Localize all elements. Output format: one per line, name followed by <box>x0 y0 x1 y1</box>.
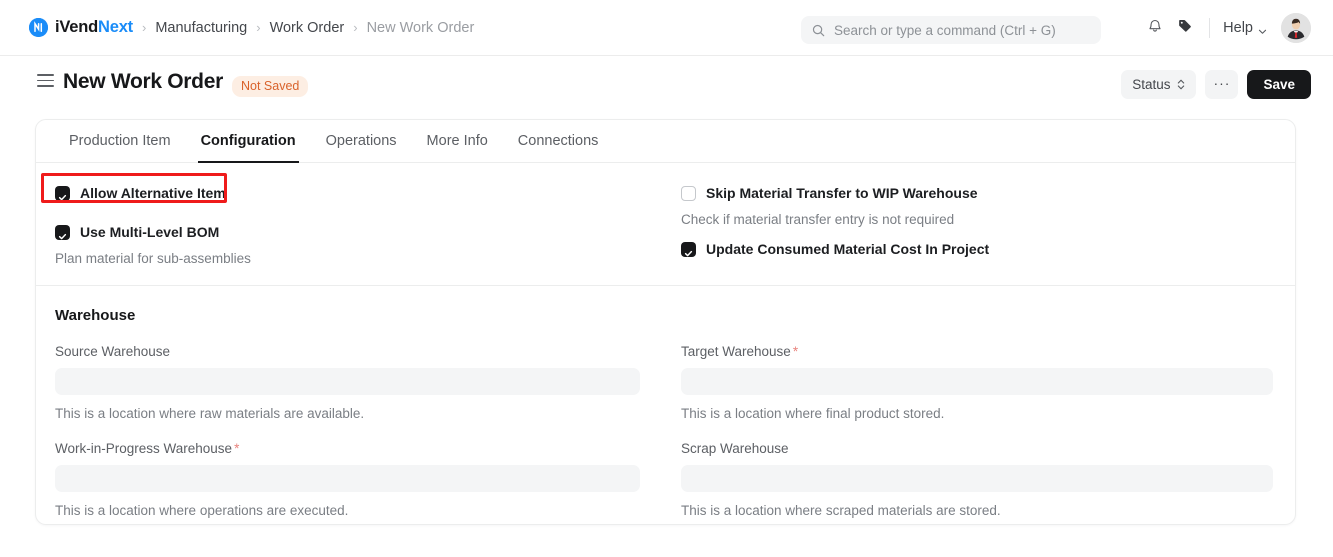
field-help-text: This is a location where operations are … <box>55 503 349 518</box>
hamburger-line-2 <box>37 79 54 82</box>
page-title: New Work Order <box>63 70 223 93</box>
target-warehouse-input[interactable] <box>681 368 1273 395</box>
nav-divider <box>1209 18 1211 38</box>
form-tabs: Production Item Configuration Operations… <box>36 120 1295 163</box>
warehouse-section: Warehouse Source Warehouse This is a loc… <box>36 286 1295 524</box>
brand-mark-icon <box>29 18 48 37</box>
tag-icon <box>1177 18 1193 39</box>
scrap-warehouse-input[interactable] <box>681 465 1273 492</box>
tags-button[interactable] <box>1170 13 1200 43</box>
breadcrumb-separator-3: › <box>353 20 358 35</box>
field-target-warehouse: Target Warehouse * This is a location whe… <box>662 344 1295 421</box>
field-label: Work-in-Progress Warehouse * <box>55 441 640 456</box>
search-placeholder: Search or type a command (Ctrl + G) <box>834 22 1056 38</box>
field-source-warehouse: Source Warehouse This is a location wher… <box>36 344 662 421</box>
field-label-text: Target Warehouse <box>681 344 791 359</box>
field-label: Target Warehouse * <box>681 344 1273 359</box>
nav-left-group: iVendNext › Manufacturing › Work Order ›… <box>0 18 474 37</box>
allow-alternative-item-checkbox[interactable] <box>55 185 70 201</box>
field-label-text: Work-in-Progress Warehouse <box>55 441 233 456</box>
options-column-right: Skip Material Transfer to WIP Warehouse … <box>662 182 1295 266</box>
warehouse-grid: Source Warehouse This is a location wher… <box>36 344 1295 518</box>
update-consumed-material-cost-checkbox[interactable] <box>681 241 696 257</box>
warehouse-column-right: Target Warehouse * This is a location whe… <box>662 344 1295 518</box>
source-warehouse-input[interactable] <box>55 368 640 395</box>
field-label-text: Source Warehouse <box>55 344 171 359</box>
hamburger-line-1 <box>37 74 54 76</box>
field-help-text: This is a location where raw materials a… <box>55 406 365 421</box>
bell-icon <box>1147 18 1163 39</box>
use-multi-level-bom-checkbox[interactable] <box>55 224 70 240</box>
field-label-text: Scrap Warehouse <box>681 441 789 456</box>
global-search[interactable]: Search or type a command (Ctrl + G) <box>801 16 1101 44</box>
field-scrap-warehouse: Scrap Warehouse This is a location where… <box>662 441 1295 518</box>
page-header-actions: Status ··· Save <box>1121 70 1311 99</box>
tab-connections[interactable]: Connections <box>503 120 614 162</box>
option-label: Allow Alternative Item <box>80 185 226 201</box>
status-button[interactable]: Status <box>1121 70 1197 99</box>
up-down-chevron-icon <box>1177 78 1185 91</box>
warehouse-column-left: Source Warehouse This is a location wher… <box>36 344 662 518</box>
options-section: Allow Alternative Item Use Multi-Level B… <box>36 163 1295 285</box>
brand-name: iVendNext <box>55 18 133 37</box>
nav-right-group: Help <box>1140 0 1311 56</box>
options-column-left: Allow Alternative Item Use Multi-Level B… <box>36 182 662 266</box>
breadcrumb-manufacturing[interactable]: Manufacturing <box>155 20 247 36</box>
breadcrumb-separator-2: › <box>256 20 261 35</box>
hamburger-icon[interactable] <box>37 74 54 87</box>
form-card: Production Item Configuration Operations… <box>35 119 1296 525</box>
required-asterisk: * <box>234 441 240 456</box>
warehouse-section-title: Warehouse <box>55 307 136 324</box>
hamburger-line-3 <box>37 85 54 87</box>
option-update-consumed-material-cost[interactable]: Update Consumed Material Cost In Project <box>662 238 1295 260</box>
field-help-text: This is a location where final product s… <box>681 406 945 421</box>
check-icon <box>684 245 693 256</box>
option-label: Update Consumed Material Cost In Project <box>706 241 990 257</box>
option-label: Use Multi-Level BOM <box>80 224 220 240</box>
wip-warehouse-input[interactable] <box>55 465 640 492</box>
option-description: Plan material for sub-assemblies <box>55 251 251 266</box>
breadcrumb-separator-1: › <box>141 20 147 35</box>
tab-production-item[interactable]: Production Item <box>54 120 186 162</box>
save-button[interactable]: Save <box>1247 70 1311 99</box>
option-description: Check if material transfer entry is not … <box>681 212 955 227</box>
search-icon <box>812 24 825 37</box>
option-skip-material-transfer[interactable]: Skip Material Transfer to WIP Warehouse <box>662 182 1295 204</box>
help-menu-button[interactable]: Help <box>1223 20 1267 36</box>
tab-operations[interactable]: Operations <box>311 120 412 162</box>
app-window: iVendNext › Manufacturing › Work Order ›… <box>0 0 1333 557</box>
field-label: Scrap Warehouse <box>681 441 1273 456</box>
status-button-label: Status <box>1132 77 1171 92</box>
check-icon <box>58 189 67 200</box>
option-label: Skip Material Transfer to WIP Warehouse <box>706 185 978 201</box>
help-label: Help <box>1223 20 1253 36</box>
chevron-down-icon <box>1258 24 1267 34</box>
field-wip-warehouse: Work-in-Progress Warehouse * This is a lo… <box>36 441 662 518</box>
brand-logo[interactable]: iVendNext <box>29 18 133 37</box>
check-icon <box>58 228 67 239</box>
option-allow-alternative-item[interactable]: Allow Alternative Item <box>36 182 662 204</box>
breadcrumb-work-order[interactable]: Work Order <box>270 20 345 36</box>
brand-name-prefix: iVend <box>55 18 99 36</box>
more-actions-button[interactable]: ··· <box>1205 70 1239 99</box>
search-box[interactable]: Search or type a command (Ctrl + G) <box>801 16 1101 44</box>
status-badge: Not Saved <box>232 76 309 97</box>
field-label: Source Warehouse <box>55 344 640 359</box>
user-avatar[interactable] <box>1281 13 1311 43</box>
required-asterisk: * <box>792 344 799 359</box>
notifications-button[interactable] <box>1140 13 1170 43</box>
skip-material-transfer-checkbox[interactable] <box>681 185 696 201</box>
breadcrumb-new-work-order: New Work Order <box>366 19 475 36</box>
tab-configuration[interactable]: Configuration <box>186 120 311 163</box>
option-use-multi-level-bom[interactable]: Use Multi-Level BOM <box>36 221 662 243</box>
field-help-text: This is a location where scraped materia… <box>681 503 1001 518</box>
top-navigation-bar: iVendNext › Manufacturing › Work Order ›… <box>0 0 1333 56</box>
brand-name-suffix: Next <box>98 18 133 36</box>
page-header: New Work Order Not Saved Status ··· Save <box>0 56 1333 112</box>
tab-more-info[interactable]: More Info <box>412 120 503 162</box>
